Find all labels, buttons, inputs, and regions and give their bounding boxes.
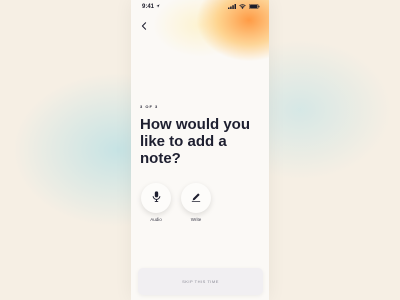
wifi-icon [239, 3, 246, 11]
location-arrow-icon [156, 4, 160, 10]
pencil-icon [191, 189, 201, 207]
write-option-label: Write [190, 217, 202, 222]
skip-button[interactable]: SKIP THIS TIME [138, 268, 263, 295]
write-option-button[interactable] [181, 183, 211, 213]
audio-option-button[interactable] [141, 183, 171, 213]
status-right [228, 3, 260, 11]
status-left: 9:41 [142, 4, 160, 10]
microphone-icon [152, 189, 161, 207]
step-indicator: 3 OF 3 [140, 104, 159, 109]
back-button[interactable] [139, 20, 149, 32]
signal-bars-icon [228, 3, 236, 11]
audio-option-label: Audio [150, 217, 162, 222]
status-bar: 9:41 [131, 0, 269, 14]
battery-icon [249, 3, 260, 11]
chevron-left-icon [141, 17, 147, 35]
page-title: How would you like to add a note? [140, 116, 250, 167]
status-time: 9:41 [142, 4, 155, 10]
phone-screen: 9:41 3 OF 3 How would you like to add a … [131, 0, 269, 300]
